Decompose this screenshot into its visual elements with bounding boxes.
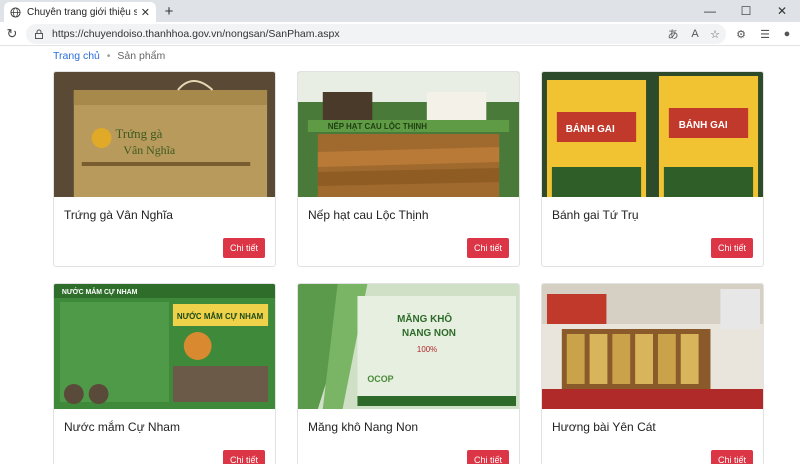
product-card: BÁNH GAI BÁNH GAI Bánh gai Tứ Trụ Chi ti… <box>541 71 764 267</box>
product-image-banh-gai[interactable]: BÁNH GAI BÁNH GAI <box>542 72 763 197</box>
close-window-icon[interactable]: ✕ <box>764 0 800 22</box>
svg-text:100%: 100% <box>417 345 437 354</box>
product-image-nep-hat-cau[interactable]: NẾP HẠT CAU LỘC THỊNH <box>298 72 519 197</box>
product-name[interactable]: Măng khô Nang Non <box>308 420 418 434</box>
tab-title: Chuyên trang giới thiệu sản phẩm <box>27 6 137 18</box>
reload-icon[interactable]: ↻ <box>4 26 20 42</box>
product-card: Trứng gà Vân Nghĩa Trứng gà Vân Nghĩa Ch… <box>53 71 276 267</box>
read-aloud-icon[interactable]: A <box>686 25 704 43</box>
product-card: Hương bài Yên Cát Chi tiết <box>541 283 764 464</box>
product-name[interactable]: Trứng gà Vân Nghĩa <box>64 208 173 222</box>
minimize-icon[interactable]: — <box>692 0 728 22</box>
breadcrumb: Trang chủ • Sản phẩm <box>53 50 165 62</box>
svg-text:BÁNH GAI: BÁNH GAI <box>566 124 615 135</box>
browser-tabstrip: Chuyên trang giới thiệu sản phẩm ✕ + — ☐… <box>0 0 800 22</box>
product-image-mang-kho[interactable]: MĂNG KHÔ NANG NON 100% OCOP <box>298 284 519 409</box>
svg-text:MĂNG KHÔ: MĂNG KHÔ <box>397 313 452 325</box>
browser-tab[interactable]: Chuyên trang giới thiệu sản phẩm ✕ <box>4 2 156 22</box>
product-image-nuoc-mam[interactable]: NƯỚC MẮM CỰ NHAM NƯỚC MẮM CỰ NHAM <box>54 284 275 409</box>
svg-text:NẾP HẠT CAU LỘC THỊNH: NẾP HẠT CAU LỘC THỊNH <box>328 121 428 131</box>
product-image-huong-bai[interactable] <box>542 284 763 409</box>
favorites-icon[interactable]: ☰ <box>756 25 774 43</box>
product-card: MĂNG KHÔ NANG NON 100% OCOP Măng khô Nan… <box>297 283 520 464</box>
product-name[interactable]: Bánh gai Tứ Trụ <box>552 208 639 222</box>
detail-button[interactable]: Chi tiết <box>222 450 265 464</box>
new-tab-icon[interactable]: + <box>160 2 178 20</box>
product-card: NƯỚC MẮM CỰ NHAM NƯỚC MẮM CỰ NHAM Nước m… <box>53 283 276 464</box>
maximize-icon[interactable]: ☐ <box>728 0 764 22</box>
profile-avatar-icon[interactable]: ● <box>778 25 796 43</box>
detail-button[interactable]: Chi tiết <box>466 238 509 258</box>
svg-text:NƯỚC MẮM CỰ NHAM: NƯỚC MẮM CỰ NHAM <box>177 312 264 321</box>
svg-text:OCOP: OCOP <box>367 374 393 384</box>
address-bar[interactable]: https://chuyendoiso.thanhhoa.gov.vn/nong… <box>26 24 726 44</box>
product-image-trung-ga[interactable]: Trứng gà Vân Nghĩa <box>54 72 275 197</box>
detail-button[interactable]: Chi tiết <box>222 238 265 258</box>
extensions-icon[interactable]: ⚙ <box>732 25 750 43</box>
svg-text:NANG NON: NANG NON <box>402 328 456 339</box>
svg-text:Trứng gà: Trứng gà <box>115 126 162 141</box>
svg-text:Vân Nghĩa: Vân Nghĩa <box>123 143 176 157</box>
lock-icon <box>35 29 43 39</box>
product-name[interactable]: Hương bài Yên Cát <box>552 420 656 434</box>
product-card: NẾP HẠT CAU LỘC THỊNH Nếp hạt cau Lộc Th… <box>297 71 520 267</box>
breadcrumb-home-link[interactable]: Trang chủ <box>53 50 100 62</box>
detail-button[interactable]: Chi tiết <box>710 450 753 464</box>
url-text: https://chuyendoiso.thanhhoa.gov.vn/nong… <box>52 28 340 40</box>
breadcrumb-separator: • <box>106 50 111 62</box>
breadcrumb-current: Sản phẩm <box>117 50 166 62</box>
favorite-star-icon[interactable]: ☆ <box>706 25 724 43</box>
detail-button[interactable]: Chi tiết <box>710 238 753 258</box>
globe-icon <box>10 6 21 18</box>
detail-button[interactable]: Chi tiết <box>466 450 509 464</box>
product-name[interactable]: Nếp hạt cau Lộc Thịnh <box>308 208 429 222</box>
close-tab-icon[interactable]: ✕ <box>141 6 150 19</box>
svg-text:NƯỚC MẮM CỰ NHAM: NƯỚC MẮM CỰ NHAM <box>62 287 138 296</box>
browser-toolbar: ↻ https://chuyendoiso.thanhhoa.gov.vn/no… <box>0 22 800 46</box>
svg-text:BÁNH GAI: BÁNH GAI <box>679 120 728 131</box>
product-name[interactable]: Nước mắm Cự Nham <box>64 420 180 434</box>
translate-icon[interactable]: あ <box>664 25 682 43</box>
